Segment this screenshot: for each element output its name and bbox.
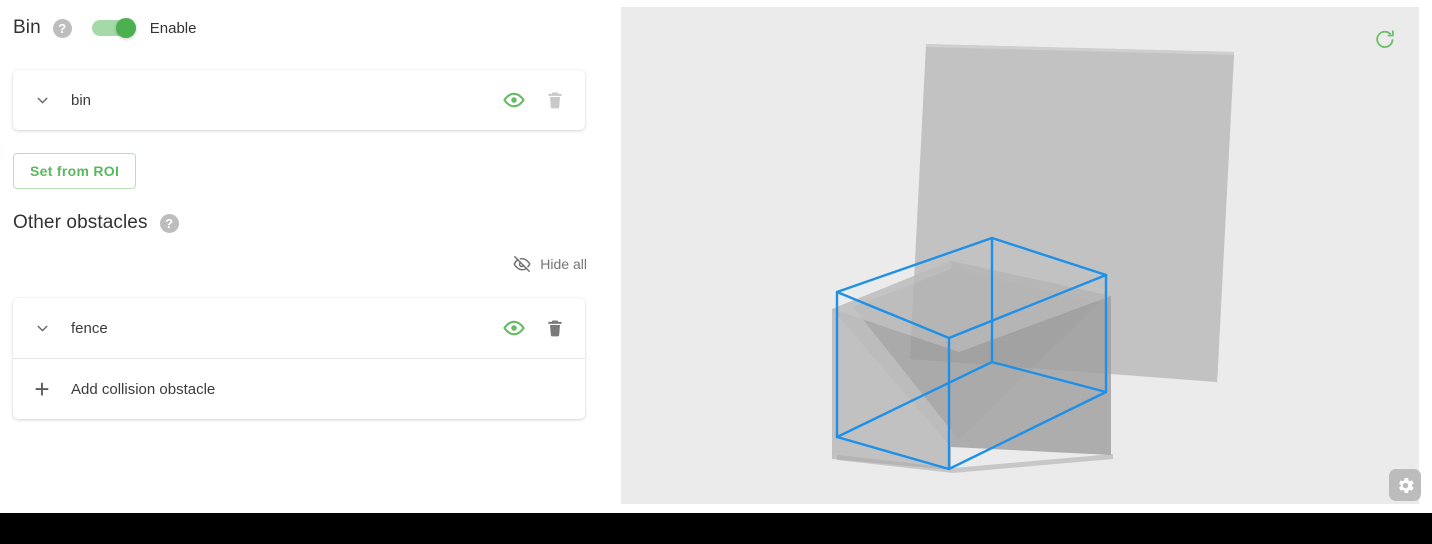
bin-enable-label: Enable — [149, 19, 197, 37]
add-collision-obstacle-row[interactable]: + Add collision obstacle — [13, 359, 585, 419]
toggle-switch[interactable] — [91, 18, 136, 38]
hide-all-button[interactable]: Hide all — [513, 255, 587, 273]
gear-icon — [1395, 475, 1416, 496]
help-circle-icon[interactable]: ? — [52, 18, 72, 38]
other-obstacles-section-header: Other obstacles ? — [13, 210, 179, 236]
set-from-roi-button[interactable]: Set from ROI — [13, 153, 137, 189]
hide-all-label: Hide all — [540, 256, 587, 272]
bin-section-title: Bin — [13, 17, 41, 38]
trash-icon[interactable] — [543, 316, 567, 340]
fence-row-actions — [502, 316, 567, 340]
toggle-thumb — [115, 18, 136, 38]
chevron-down-icon[interactable] — [13, 320, 71, 337]
help-circle-icon[interactable]: ? — [159, 213, 179, 233]
add-collision-obstacle-label: Add collision obstacle — [71, 380, 216, 398]
bottom-bar — [0, 513, 1432, 544]
fence-object-name: fence — [71, 319, 108, 337]
list-item-bin[interactable]: bin — [13, 70, 585, 130]
settings-panel: Bin ? Enable bin Set from ROI Other obst… — [0, 0, 621, 513]
eye-icon[interactable] — [502, 316, 526, 340]
chevron-down-icon[interactable] — [13, 92, 71, 109]
reset-view-button[interactable] — [1372, 26, 1398, 52]
refresh-icon — [1374, 28, 1396, 50]
trash-icon — [543, 88, 567, 112]
bin-enable-toggle[interactable]: Enable — [91, 18, 197, 38]
bin-mesh — [832, 261, 1113, 473]
bin-object-card: bin — [13, 70, 585, 130]
3d-scene-render — [832, 44, 1234, 473]
3d-scene-viewport[interactable] — [621, 7, 1419, 504]
viewport-settings-button[interactable] — [1389, 469, 1421, 501]
bin-section-header: Bin ? Enable — [13, 15, 196, 41]
eye-icon[interactable] — [502, 88, 526, 112]
eye-off-icon — [513, 255, 531, 273]
obstacle-configuration-screen: Bin ? Enable bin Set from ROI Other obst… — [0, 0, 1432, 544]
list-item-fence[interactable]: fence — [13, 298, 585, 358]
other-obstacles-card: fence + Add collision obstacle — [13, 298, 585, 419]
bin-object-name: bin — [71, 91, 92, 109]
bin-row-actions — [502, 88, 567, 112]
other-obstacles-title: Other obstacles — [13, 212, 148, 233]
plus-icon[interactable]: + — [13, 376, 71, 402]
